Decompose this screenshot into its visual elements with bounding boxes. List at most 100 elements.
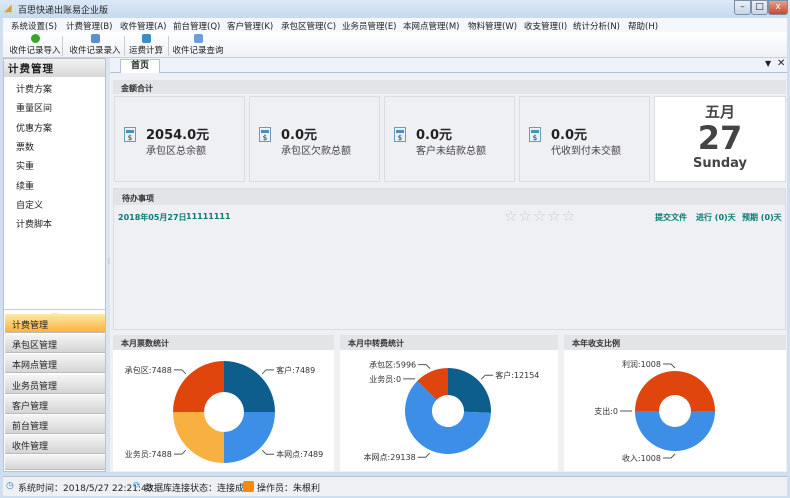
title-bar: ◢ 百思快递出账易企业版 – □ x [0, 0, 790, 18]
tree-item[interactable]: 票数 [16, 140, 34, 153]
leader-line [261, 369, 275, 375]
overdue-days: 预期 (0)天 [742, 213, 782, 222]
tree-item[interactable]: 自定义 [16, 198, 43, 211]
toolbar-button[interactable]: 运费计算 [128, 34, 164, 58]
menu-item[interactable]: 本网点管理(M) [403, 20, 459, 32]
toolbar-icon [141, 34, 151, 43]
slice-label: 本网点:29138 [364, 452, 416, 462]
toolbar-button[interactable]: 收件记录查询 [172, 34, 224, 58]
amount-label: 客户未结款总额 [416, 146, 486, 157]
pie-slice-客户[interactable] [448, 368, 491, 413]
slice-label: 客户:12154 [495, 370, 539, 380]
pie-slice-本网点[interactable] [223, 412, 275, 463]
todo-date: 2018年05月27日 [118, 213, 187, 222]
tab-home[interactable]: 首页 [120, 59, 160, 73]
maximize-button[interactable]: □ [751, 0, 768, 15]
menu-item[interactable]: 承包区管理(C) [281, 20, 336, 32]
accordion-empty [5, 455, 105, 470]
accordion-item[interactable]: 计费管理 [5, 314, 105, 333]
db-status: 数据库连接状态：连接成功 [145, 484, 254, 494]
amount-value: 0.0元 [551, 128, 588, 143]
left-panel-title: 计费管理 [4, 59, 105, 77]
amount-label: 承包区总余额 [146, 146, 206, 157]
toolbar-icon [193, 34, 203, 43]
tab-close-icon[interactable]: ✕ [777, 58, 785, 69]
slice-label: 客户:7489 [276, 365, 315, 375]
leader-line [261, 449, 275, 455]
menu-bar: 系统设置(S) 计费管理(B) 收件管理(A) 前台管理(Q) 客户管理(K) 承包区管理… [3, 18, 787, 32]
amount-label: 承包区欠款总额 [281, 146, 351, 157]
leader-line [663, 453, 676, 459]
leader-line [418, 364, 431, 369]
leader-line [173, 449, 187, 455]
accordion-item[interactable]: 收件管理 [5, 435, 105, 455]
todo-text[interactable]: 11111111 [186, 212, 231, 221]
tree-item[interactable]: 计费方案 [16, 82, 52, 95]
accordion-item[interactable]: 客户管理 [5, 394, 105, 414]
pie-slice-利润[interactable] [635, 371, 715, 411]
menu-item[interactable]: 前台管理(Q) [173, 20, 220, 32]
pie-chart-income: 收入:1008 支出:0 利润:1008 [594, 359, 715, 463]
slice-label: 支出:0 [594, 406, 618, 416]
tree-item[interactable]: 续重 [16, 179, 34, 192]
leader-line [417, 452, 431, 458]
menu-item[interactable]: 系统设置(S) [11, 20, 57, 32]
toolbar-button[interactable]: 收件记录导入 [9, 34, 61, 58]
pie-slice-业务员[interactable] [173, 411, 224, 463]
pie-slice-承包区[interactable] [173, 361, 224, 412]
tree-item[interactable]: 计费脚本 [16, 217, 52, 230]
menu-item[interactable]: 收件管理(A) [120, 20, 166, 32]
slice-label: 收入:1008 [622, 453, 661, 463]
tree-item[interactable]: 优惠方案 [16, 121, 52, 134]
accordion-item[interactable]: 承包区管理 [5, 334, 105, 354]
amount-card: $0.0元客户未结款总额 [384, 96, 515, 182]
rating-stars[interactable]: ☆☆☆☆☆ [504, 207, 576, 225]
chart-panel-transfer: 本月中转费统计 客户:12154 本网点:29138 业务员:0 承包区:5996 [340, 335, 558, 471]
money-document-icon: $ [259, 127, 271, 142]
submit-file-link[interactable]: 提交文件 [655, 212, 687, 223]
pie-chart-transfer: 客户:12154 本网点:29138 业务员:0 承包区:5996 [364, 360, 540, 463]
toolbar-icon [90, 34, 100, 43]
toolbar-label: 收件记录录入 [69, 46, 121, 56]
menu-item[interactable]: 客户管理(K) [227, 20, 273, 32]
chart-panel-tickets: 本月票数统计 客户:7489 本网点:7489 业务员:7488 承包区:7488 [113, 335, 334, 471]
operator: 操作员：朱根利 [257, 484, 321, 494]
pie-slice-收入[interactable] [635, 411, 715, 451]
slice-label: 承包区:5996 [369, 360, 416, 370]
menu-item[interactable]: 收支管理(I) [524, 20, 567, 32]
accordion-item[interactable]: 前台管理 [5, 415, 105, 434]
menu-item[interactable]: 业务员管理(E) [342, 20, 397, 32]
calendar-day: 27 [697, 119, 743, 157]
leader-line [663, 363, 676, 369]
todo-header: 待办事项 [114, 189, 785, 205]
menu-item[interactable]: 帮助(H) [628, 20, 658, 32]
divider [124, 36, 125, 56]
amount-value: 2054.0元 [146, 128, 210, 143]
menu-item[interactable]: 物料管理(W) [468, 20, 517, 32]
chart-title: 本月票数统计 [113, 335, 334, 350]
tree-item[interactable]: 重量区间 [16, 101, 52, 114]
money-document-icon: $ [394, 127, 406, 142]
tree-item[interactable]: 实重 [16, 159, 34, 172]
slice-label: 本网点:7489 [276, 449, 323, 459]
menu-item[interactable]: 计费管理(B) [66, 20, 112, 32]
amount-label: 代收到付未交额 [551, 146, 621, 157]
accordion-item[interactable]: 本网点管理 [5, 354, 105, 374]
amounts-header: 金额合计 [113, 80, 786, 94]
tab-list-icon[interactable]: ▼ [765, 59, 771, 68]
menu-item[interactable]: 统计分析(N) [573, 20, 620, 32]
calendar-widget: 五月 27 Sunday [654, 96, 786, 182]
divider [62, 36, 63, 56]
window-title: 百思快递出账易企业版 [18, 6, 109, 16]
splitter-handle[interactable]: .... [4, 309, 105, 316]
pie-slice-客户[interactable] [224, 361, 275, 413]
status-bar: ◷ 系统时间：2018/5/27 22:21:43 ⟳ 数据库连接状态：连接成功… [3, 476, 787, 496]
minimize-button[interactable]: – [734, 0, 751, 15]
toolbar-button[interactable]: 收件记录录入 [66, 34, 124, 58]
accordion-item[interactable]: 业务员管理 [5, 374, 105, 394]
toolbar-label: 运费计算 [128, 46, 163, 56]
tab-strip: 首页 ▼ ✕ [110, 58, 787, 73]
amount-value: 0.0元 [416, 128, 453, 143]
todo-panel: 待办事项 2018年05月27日 11111111 ☆☆☆☆☆ 提交文件 进行 … [113, 188, 786, 330]
close-button[interactable]: x [768, 0, 788, 15]
